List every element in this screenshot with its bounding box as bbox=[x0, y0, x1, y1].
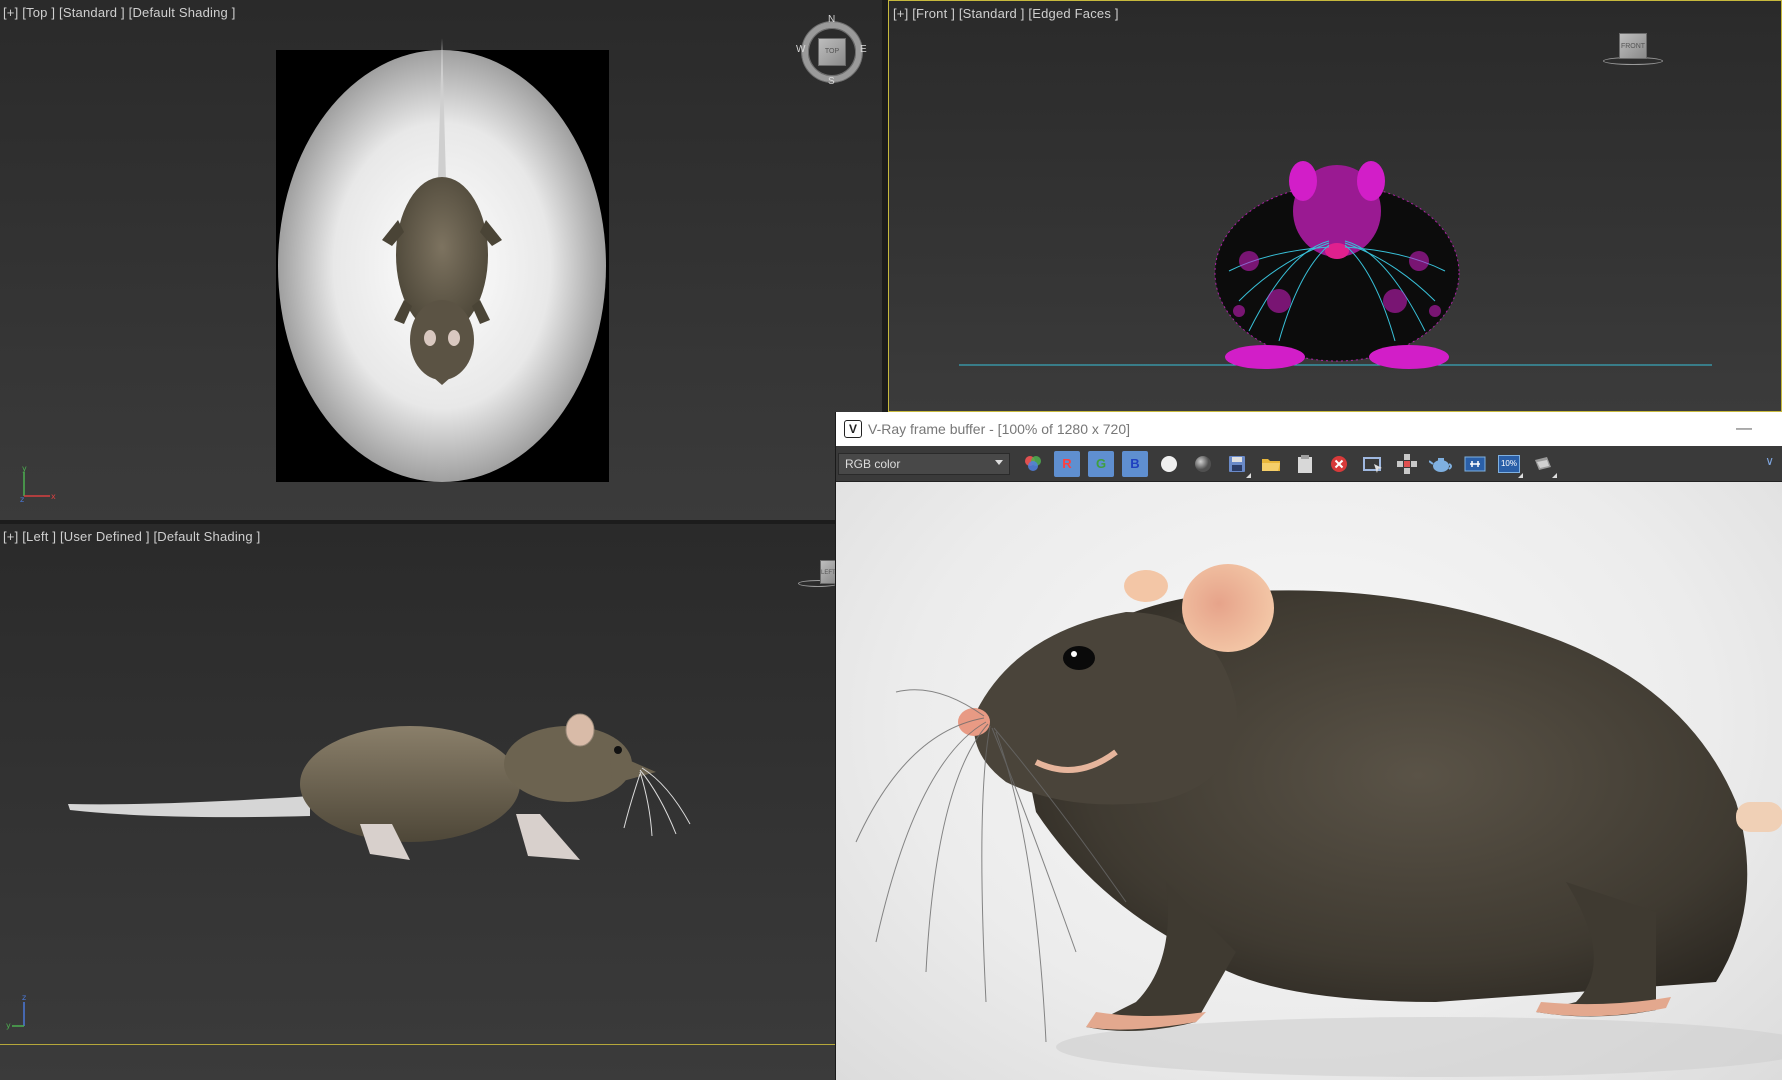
rat-foot-front bbox=[1225, 345, 1305, 369]
axis-label-y: y bbox=[6, 1021, 11, 1030]
time-slider-edge bbox=[0, 1044, 835, 1045]
channel-select-value: RGB color bbox=[845, 456, 901, 471]
region-render-icon bbox=[1363, 456, 1382, 473]
history-icon bbox=[1535, 456, 1551, 470]
save-icon bbox=[1229, 455, 1245, 472]
eye-highlight bbox=[1071, 651, 1077, 657]
folder-icon bbox=[1262, 458, 1280, 471]
color-channels-button[interactable] bbox=[1018, 449, 1048, 479]
viewport-front[interactable]: [+] [Front ] [Standard ] [Edged Faces ] bbox=[888, 0, 1782, 412]
alpha-white-button[interactable] bbox=[1154, 449, 1184, 479]
viewcube-face-label: TOP bbox=[824, 48, 840, 55]
viewcube-face[interactable]: FRONT bbox=[1619, 33, 1647, 59]
vfb-render-canvas[interactable] bbox=[836, 482, 1782, 1080]
viewport-left[interactable]: [+] [Left ] [User Defined ] [Default Sha… bbox=[0, 524, 835, 1080]
viewport-top[interactable]: [+] [Top ] [Standard ] [Default Shading … bbox=[0, 0, 882, 520]
axis-triad-left: z y bbox=[6, 993, 26, 1030]
3dsmax-workspace: [+] [Top ] [Standard ] [Default Shading … bbox=[0, 0, 1782, 1080]
zoom-percent-button[interactable]: 10% bbox=[1494, 449, 1524, 479]
submenu-indicator-icon bbox=[1518, 472, 1523, 478]
vfb-title: V-Ray frame buffer - [100% of 1280 x 720… bbox=[868, 421, 1131, 437]
compass-n: N bbox=[828, 14, 836, 25]
vray-frame-buffer-window[interactable]: V V-Ray frame buffer - [100% of 1280 x 7… bbox=[835, 412, 1782, 1080]
axis-label-z: z bbox=[22, 993, 26, 1002]
rat-head-top bbox=[410, 300, 474, 380]
rat-ear-render bbox=[1182, 564, 1274, 652]
viewcube-face-label: FRONT bbox=[1620, 43, 1646, 50]
vfb-toolbar: RGB color R G B 10% bbox=[836, 446, 1782, 482]
top-view-scene bbox=[276, 38, 609, 482]
rat-ear bbox=[424, 330, 436, 346]
rat-snout-side bbox=[610, 752, 656, 784]
red-channel-button[interactable]: R bbox=[1052, 449, 1082, 479]
render-button[interactable] bbox=[1426, 449, 1456, 479]
close-icon bbox=[1331, 455, 1347, 472]
submenu-indicator-icon bbox=[1552, 472, 1557, 478]
viewcube-face-label: LEFT bbox=[821, 570, 835, 576]
compass-s: S bbox=[828, 76, 835, 87]
vfb-titlebar[interactable]: V V-Ray frame buffer - [100% of 1280 x 7… bbox=[836, 412, 1782, 446]
minimize-button[interactable]: — bbox=[1736, 420, 1752, 438]
viewcube-front[interactable]: FRONT bbox=[1599, 33, 1669, 73]
rat-foreleg-side bbox=[516, 814, 580, 860]
clipboard-button[interactable] bbox=[1290, 449, 1320, 479]
save-image-button[interactable] bbox=[1222, 449, 1252, 479]
rendered-rat-image bbox=[855, 564, 1782, 1077]
blue-channel-button[interactable]: B bbox=[1120, 449, 1150, 479]
monochrome-button[interactable] bbox=[1188, 449, 1218, 479]
teapot-icon bbox=[1429, 457, 1452, 472]
lens-effects-icon bbox=[1464, 456, 1486, 471]
rat-ear-side bbox=[565, 713, 595, 747]
open-image-button[interactable] bbox=[1256, 449, 1286, 479]
compass-e: E bbox=[860, 44, 867, 55]
green-channel-button[interactable]: G bbox=[1086, 449, 1116, 479]
rat-tail-base-render bbox=[1736, 802, 1782, 832]
rat-ear-far-render bbox=[1124, 570, 1168, 602]
axis-triad-top: y x z bbox=[20, 464, 56, 502]
axis-label-y: y bbox=[22, 464, 27, 473]
expand-toolbar-icon[interactable]: ∨ bbox=[1765, 454, 1774, 468]
red-channel-label: R bbox=[1054, 450, 1080, 477]
zoom-percent-label: 10% bbox=[1498, 454, 1520, 473]
color-channels-icon bbox=[1025, 455, 1041, 471]
bucket-order-button[interactable] bbox=[1392, 449, 1422, 479]
submenu-indicator-icon bbox=[1246, 472, 1251, 478]
lens-effects-button[interactable] bbox=[1460, 449, 1490, 479]
axis-label-x: x bbox=[51, 492, 56, 501]
green-channel-label: G bbox=[1088, 450, 1114, 477]
rat-ear bbox=[448, 330, 460, 346]
viewcube-top[interactable]: TOP N S W E bbox=[796, 14, 868, 87]
clipboard-icon bbox=[1298, 454, 1312, 473]
gray-sphere-icon bbox=[1195, 455, 1211, 472]
axis-label-z: z bbox=[20, 495, 24, 502]
clear-image-button[interactable] bbox=[1324, 449, 1354, 479]
rat-tail-side bbox=[68, 796, 310, 818]
history-button[interactable] bbox=[1528, 449, 1558, 479]
rat-body-side bbox=[300, 726, 520, 842]
chevron-down-icon bbox=[995, 459, 1003, 465]
rat-ear-front bbox=[1357, 161, 1385, 201]
bucket-grid-icon bbox=[1397, 453, 1417, 474]
whiskers-side bbox=[623, 767, 691, 837]
white-circle-icon bbox=[1161, 455, 1177, 472]
channel-select[interactable]: RGB color bbox=[838, 452, 1010, 475]
viewcube-face[interactable]: LEFT bbox=[820, 560, 835, 584]
rat-foot-front bbox=[1369, 345, 1449, 369]
viewcube-face[interactable]: TOP bbox=[818, 38, 846, 66]
track-mouse-button[interactable] bbox=[1358, 449, 1388, 479]
compass-w: W bbox=[796, 44, 806, 55]
rat-eye-side bbox=[614, 746, 622, 754]
blue-channel-label: B bbox=[1122, 450, 1148, 477]
rat-eye-render bbox=[1063, 646, 1095, 670]
left-view-scene bbox=[68, 713, 691, 860]
rat-ear-front bbox=[1289, 161, 1317, 201]
viewcube-left[interactable]: LEFT bbox=[798, 560, 835, 594]
vray-logo-icon: V bbox=[844, 420, 862, 438]
